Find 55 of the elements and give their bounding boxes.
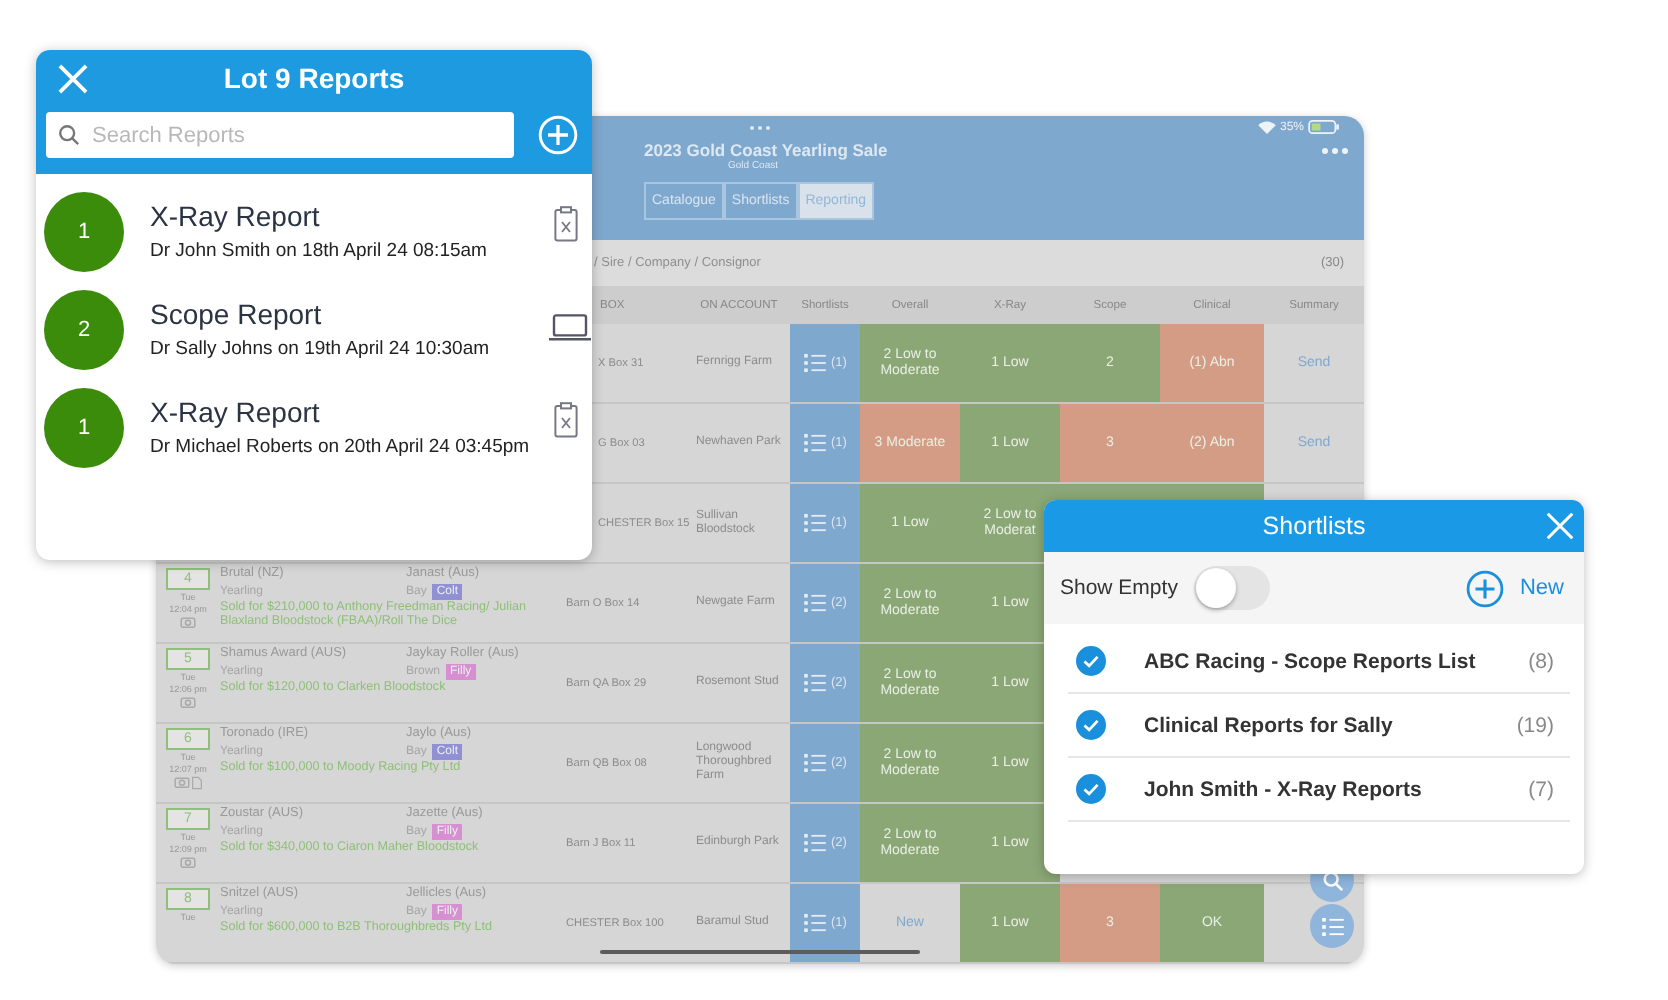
checkbox[interactable] — [1076, 646, 1106, 676]
report-item[interactable]: 1 X-Ray Report Dr John Smith on 18th April 24 08:15am — [36, 182, 592, 280]
report-count: 1 — [44, 191, 124, 271]
show-empty-toggle[interactable] — [1193, 566, 1270, 610]
close-icon[interactable] — [58, 64, 88, 94]
laptop-icon — [548, 314, 592, 342]
list-icon — [803, 754, 826, 772]
camera-icon[interactable] — [180, 696, 196, 708]
report-title: Scope Report — [150, 298, 322, 330]
shortlist-name[interactable]: Clinical Reports for Sally — [1144, 713, 1517, 737]
more-icon[interactable] — [1322, 148, 1348, 154]
report-item[interactable]: 2 Scope Report Dr Sally Johns on 19th April 24 10:30am — [36, 280, 592, 378]
list-icon — [803, 914, 826, 932]
shortlist-name[interactable]: ABC Racing - Scope Reports List — [1144, 649, 1529, 673]
camera-icon[interactable] — [180, 616, 196, 628]
search-icon — [58, 124, 80, 146]
close-icon[interactable] — [1546, 512, 1574, 540]
clipboard-icon — [554, 402, 578, 438]
shortlist-count: (19) — [1516, 713, 1554, 737]
list-button[interactable] — [1310, 904, 1354, 948]
camera-icon[interactable] — [174, 776, 190, 788]
sale-title: 2023 Gold Coast Yearling Sale — [644, 140, 888, 160]
report-title: X-Ray Report — [150, 396, 320, 428]
popup-title: Lot 9 Reports — [223, 62, 405, 94]
battery-icon — [1308, 120, 1340, 134]
list-icon — [803, 514, 826, 532]
clipboard-icon — [554, 206, 578, 242]
report-count: 2 — [44, 289, 124, 369]
report-title: X-Ray Report — [150, 200, 320, 232]
list-icon — [803, 354, 826, 372]
checkbox[interactable] — [1076, 774, 1106, 804]
list-icon — [803, 594, 826, 612]
checkbox[interactable] — [1076, 710, 1106, 740]
handle-icon — [750, 126, 770, 130]
report-byline: Dr John Smith on 18th April 24 08:15am — [150, 240, 487, 262]
camera-icon[interactable] — [180, 856, 196, 868]
document-icon[interactable] — [192, 776, 202, 790]
popup-title: Shortlists — [1262, 512, 1366, 540]
search-field[interactable]: Search Reports — [46, 112, 514, 158]
add-icon — [1465, 569, 1504, 607]
list-icon — [803, 834, 826, 852]
shortlist-count: (7) — [1528, 777, 1554, 801]
list-icon — [803, 434, 826, 452]
list-icon — [803, 674, 826, 692]
wifi-icon — [1257, 120, 1276, 134]
report-count: 1 — [44, 387, 124, 467]
new-button[interactable]: New — [1465, 569, 1564, 607]
report-byline: Dr Michael Roberts on 20th April 24 03:45pm — [150, 436, 530, 458]
shortlist-count: (8) — [1528, 649, 1554, 673]
report-item[interactable]: 1 X-Ray Report Dr Michael Roberts on 20th April 24 03:45pm — [36, 378, 592, 476]
add-icon[interactable] — [538, 114, 578, 156]
toggle-label: Show Empty — [1060, 576, 1178, 600]
shortlist-name[interactable]: John Smith - X-Ray Reports — [1144, 777, 1529, 801]
list-icon — [1321, 917, 1343, 935]
report-byline: Dr Sally Johns on 19th April 24 10:30am — [150, 338, 490, 360]
